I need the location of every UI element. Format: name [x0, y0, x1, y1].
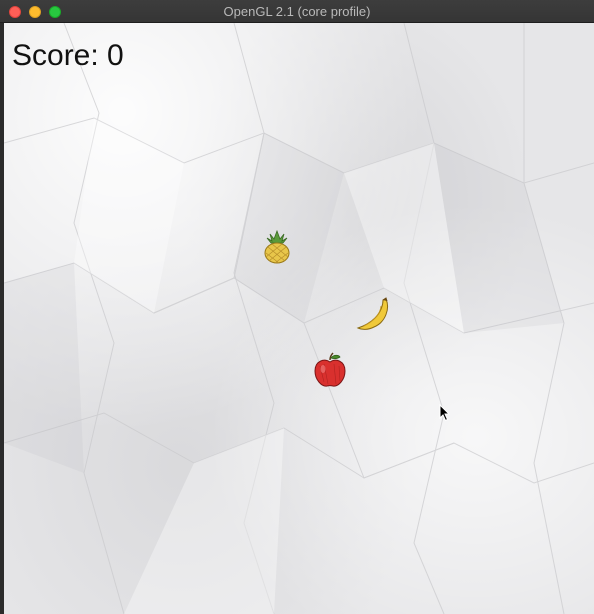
pineapple-icon[interactable]	[261, 229, 293, 265]
window-title: OpenGL 2.1 (core profile)	[223, 4, 371, 19]
mouse-pointer-icon	[439, 403, 451, 427]
title-bar[interactable]: OpenGL 2.1 (core profile)	[0, 0, 594, 23]
crumpled-paper-texture	[4, 23, 594, 614]
apple-icon[interactable]	[312, 352, 348, 388]
game-canvas[interactable]: Score: 0	[4, 23, 594, 614]
banana-icon[interactable]	[354, 296, 394, 334]
score-label: Score: 0	[12, 39, 124, 72]
game-window: OpenGL 2.1 (core profile) Score: 0	[0, 0, 594, 614]
